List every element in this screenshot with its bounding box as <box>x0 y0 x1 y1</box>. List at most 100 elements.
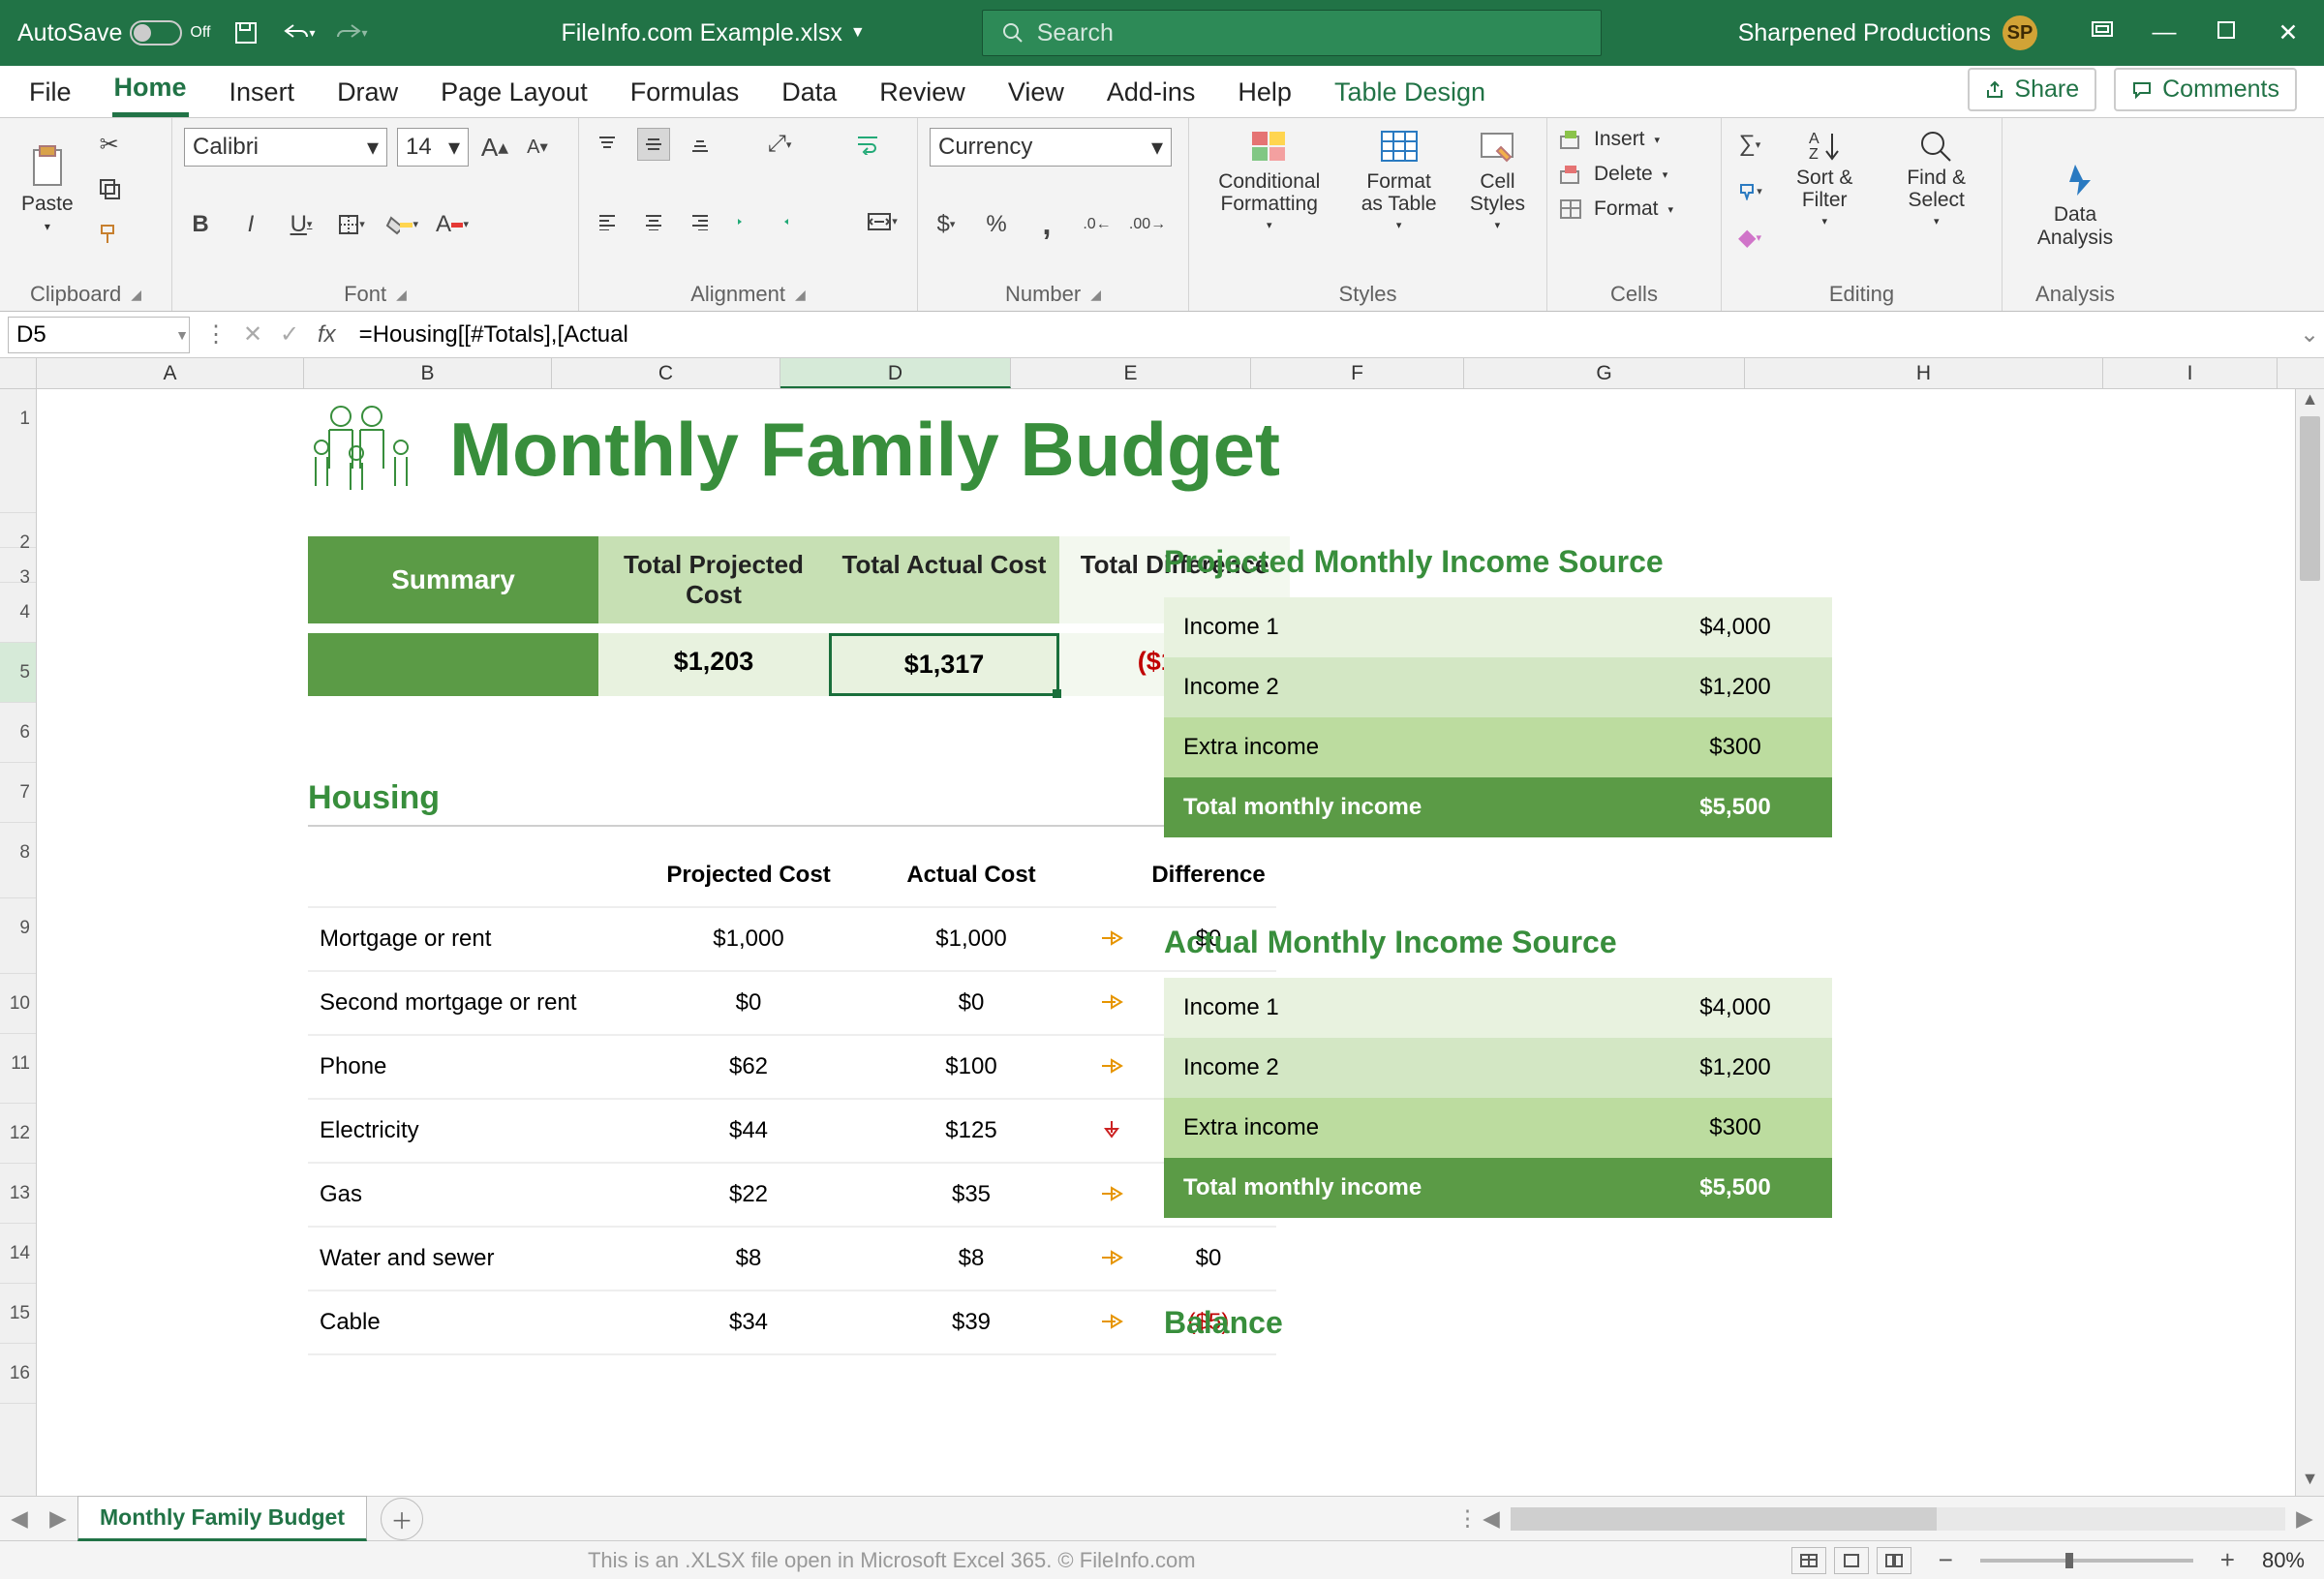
dialog-launcher-icon[interactable]: ◢ <box>1090 287 1101 303</box>
col-header-E[interactable]: E <box>1011 358 1251 388</box>
align-center-icon[interactable] <box>637 205 670 238</box>
row-header-10[interactable]: 10 <box>0 974 36 1034</box>
sort-filter-button[interactable]: AZ Sort & Filter▾ <box>1776 128 1873 228</box>
orientation-icon[interactable]: ⤢▾ <box>763 128 796 161</box>
col-header-F[interactable]: F <box>1251 358 1464 388</box>
row-header-12[interactable]: 12 <box>0 1104 36 1164</box>
share-button[interactable]: Share <box>1968 68 2096 111</box>
formula-input[interactable]: =Housing[[#Totals],[Actual <box>346 321 2295 349</box>
percent-icon[interactable]: % <box>980 208 1013 241</box>
row-header-2[interactable]: 2 <box>0 513 36 548</box>
hscroll-right-icon[interactable]: ▶ <box>2285 1505 2324 1532</box>
redo-icon[interactable]: ▾ <box>334 16 367 49</box>
tab-insert[interactable]: Insert <box>228 68 297 117</box>
cut-icon[interactable]: ✂ <box>93 128 126 161</box>
tab-split-handle[interactable]: ⋮ <box>1456 1505 1472 1532</box>
hscroll-left-icon[interactable]: ◀ <box>1472 1505 1511 1532</box>
row-header-13[interactable]: 13 <box>0 1164 36 1224</box>
housing-row[interactable]: Mortgage or rent $1,000 $1,000 $0 <box>308 908 1276 972</box>
align-right-icon[interactable] <box>684 205 717 238</box>
summary-projected[interactable]: $1,203 <box>598 633 829 696</box>
ribbon-display-icon[interactable] <box>2086 18 2119 47</box>
align-bottom-icon[interactable] <box>684 128 717 161</box>
comma-icon[interactable]: , <box>1030 208 1063 241</box>
income-row[interactable]: Income 1 $4,000 <box>1164 978 1832 1038</box>
font-color-icon[interactable]: A▾ <box>436 208 469 241</box>
bold-icon[interactable]: B <box>184 208 217 241</box>
borders-icon[interactable]: ▾ <box>335 208 368 241</box>
row-header-1[interactable]: 1 <box>0 389 36 513</box>
align-middle-icon[interactable] <box>637 128 670 161</box>
fill-color-icon[interactable]: ▾ <box>385 208 418 241</box>
tab-formulas[interactable]: Formulas <box>628 68 742 117</box>
page-layout-view-icon[interactable] <box>1834 1547 1869 1574</box>
data-analysis-button[interactable]: Data Analysis <box>2014 128 2136 282</box>
decrease-font-icon[interactable]: A▾ <box>521 131 554 164</box>
merge-icon[interactable]: ▾ <box>866 205 899 238</box>
decrease-indent-icon[interactable] <box>730 205 763 238</box>
cancel-formula-icon[interactable]: ✕ <box>234 320 271 349</box>
cell-styles-button[interactable]: Cell Styles▾ <box>1460 128 1535 231</box>
format-painter-icon[interactable] <box>93 217 126 250</box>
row-header-5[interactable]: 5 <box>0 643 36 703</box>
search-input[interactable]: Search <box>982 10 1602 56</box>
row-header-9[interactable]: 9 <box>0 898 36 974</box>
font-name-select[interactable]: Calibri▾ <box>184 128 387 167</box>
normal-view-icon[interactable] <box>1791 1547 1826 1574</box>
copy-icon[interactable] <box>93 172 126 205</box>
row-header-6[interactable]: 6 <box>0 703 36 763</box>
delete-cells-button[interactable]: Delete ▾ <box>1559 163 1709 186</box>
dialog-launcher-icon[interactable]: ◢ <box>396 287 407 303</box>
tab-data[interactable]: Data <box>780 68 839 117</box>
account-button[interactable]: Sharpened Productions SP <box>1738 15 2037 50</box>
col-header-C[interactable]: C <box>552 358 780 388</box>
font-size-select[interactable]: 14▾ <box>397 128 469 167</box>
col-header-A[interactable]: A <box>37 358 304 388</box>
underline-icon[interactable]: U▾ <box>285 208 318 241</box>
income-row[interactable]: Income 2 $1,200 <box>1164 1038 1832 1098</box>
zoom-level[interactable]: 80% <box>2262 1548 2305 1573</box>
housing-row[interactable]: Gas $22 $35 ($13) <box>308 1164 1276 1228</box>
format-as-table-button[interactable]: Format as Table▾ <box>1347 128 1450 231</box>
tab-home[interactable]: Home <box>112 63 189 117</box>
find-select-button[interactable]: Find & Select▾ <box>1882 128 1990 228</box>
row-header-11[interactable]: 11 <box>0 1034 36 1104</box>
paste-button[interactable]: Paste▾ <box>12 144 83 233</box>
housing-row[interactable]: Phone $62 $100 ($38) <box>308 1036 1276 1100</box>
income-row[interactable]: Income 2 $1,200 <box>1164 657 1832 717</box>
housing-row[interactable]: Cable $34 $39 ($5) <box>308 1291 1276 1355</box>
row-header-4[interactable]: 4 <box>0 583 36 643</box>
tab-nav-prev-icon[interactable]: ◀ <box>0 1505 39 1532</box>
zoom-slider[interactable] <box>1980 1559 2193 1563</box>
insert-cells-button[interactable]: Insert ▾ <box>1559 128 1709 151</box>
col-header-D[interactable]: D <box>780 358 1011 388</box>
fill-down-icon[interactable]: ▾ <box>1733 174 1766 207</box>
income-row[interactable]: Total monthly income $5,500 <box>1164 1158 1832 1218</box>
conditional-formatting-button[interactable]: Conditional Formatting▾ <box>1201 128 1337 231</box>
align-left-icon[interactable] <box>591 205 624 238</box>
row-header-16[interactable]: 16 <box>0 1344 36 1404</box>
comments-button[interactable]: Comments <box>2114 68 2297 111</box>
tab-view[interactable]: View <box>1006 68 1066 117</box>
expand-formula-icon[interactable]: ⌄ <box>2295 320 2324 349</box>
minimize-icon[interactable]: — <box>2148 18 2181 47</box>
enter-formula-icon[interactable]: ✓ <box>271 320 308 349</box>
close-icon[interactable]: ✕ <box>2272 18 2305 47</box>
worksheet-area[interactable]: Monthly Family Budget Summary Total Proj… <box>37 389 2295 1496</box>
sheet-tab[interactable]: Monthly Family Budget <box>77 1496 367 1541</box>
name-dropdown-icon[interactable]: ⋮ <box>198 320 234 349</box>
income-row[interactable]: Extra income $300 <box>1164 1098 1832 1158</box>
file-title[interactable]: FileInfo.com Example.xlsx ▼ <box>561 19 865 47</box>
tab-review[interactable]: Review <box>877 68 967 117</box>
tab-page-layout[interactable]: Page Layout <box>439 68 590 117</box>
tab-help[interactable]: Help <box>1236 68 1294 117</box>
increase-decimal-icon[interactable]: .0← <box>1081 208 1114 241</box>
format-cells-button[interactable]: Format ▾ <box>1559 197 1709 221</box>
row-header-8[interactable]: 8 <box>0 823 36 898</box>
tab-file[interactable]: File <box>27 68 74 117</box>
tab-addins[interactable]: Add-ins <box>1105 68 1198 117</box>
align-top-icon[interactable] <box>591 128 624 161</box>
fx-icon[interactable]: fx <box>308 321 346 349</box>
tab-table-design[interactable]: Table Design <box>1332 68 1487 117</box>
decrease-decimal-icon[interactable]: .00→ <box>1131 208 1164 241</box>
